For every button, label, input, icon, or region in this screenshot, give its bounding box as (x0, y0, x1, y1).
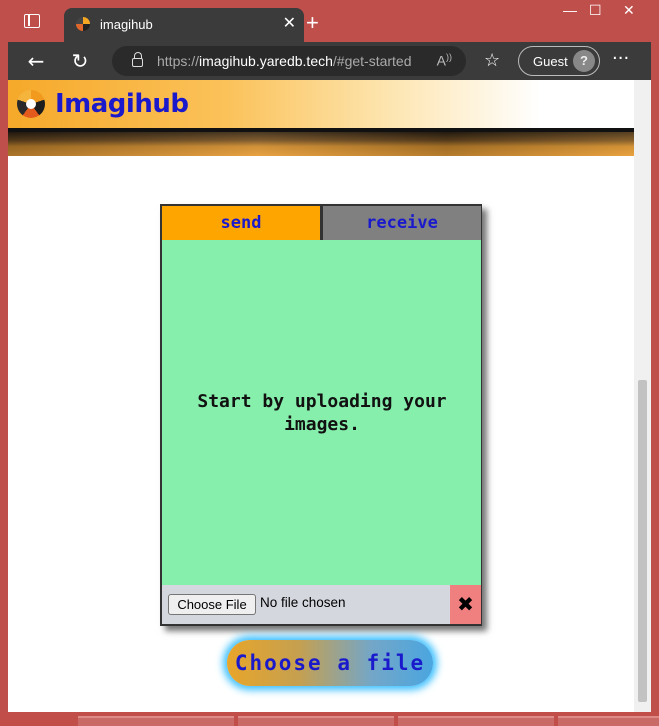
browser-window: imagihub ✕ + — ☐ ✕ ← ↻ https://imagihub.… (0, 0, 659, 726)
file-input: Choose File No file chosen (162, 585, 450, 624)
tab-receive[interactable]: receive (323, 206, 481, 240)
minimize-button[interactable]: — (563, 2, 577, 18)
browser-toolbar: ← ↻ https://imagihub.yaredb.tech/#get-st… (8, 42, 651, 80)
image-drop-area[interactable]: Start by uploading your images. (162, 240, 481, 585)
tab-send[interactable]: send (162, 206, 320, 240)
header-banner-image (8, 132, 634, 156)
browser-tab[interactable]: imagihub ✕ (64, 8, 304, 42)
guest-avatar-icon: ? (573, 50, 595, 72)
close-window-button[interactable]: ✕ (623, 2, 635, 19)
taskbar-item[interactable] (398, 716, 554, 726)
choose-a-file-button[interactable]: Choose a file (227, 640, 433, 686)
profile-button[interactable]: Guest ? (518, 46, 600, 76)
taskbar-item[interactable] (558, 716, 659, 726)
clear-file-icon[interactable]: ✖ (450, 585, 481, 624)
transfer-card: send receive Start by uploading your ima… (160, 204, 482, 626)
site-title[interactable]: Imagihub (55, 89, 189, 119)
site-header: Imagihub (8, 80, 634, 128)
back-arrow-icon[interactable]: ← (24, 49, 48, 73)
taskbar-item[interactable] (78, 716, 234, 726)
tab-title: imagihub (100, 17, 153, 32)
favorites-star-icon[interactable]: ☆ (484, 50, 500, 72)
address-bar[interactable]: https://imagihub.yaredb.tech/#get-starte… (112, 46, 466, 76)
page-scrollbar[interactable] (634, 80, 651, 712)
site-favicon-icon (76, 17, 90, 31)
read-aloud-icon[interactable]: A)) (437, 52, 452, 69)
scrollbar-thumb[interactable] (638, 380, 647, 702)
tab-close-icon[interactable]: ✕ (283, 15, 296, 31)
lock-icon[interactable] (132, 52, 143, 67)
taskbar-item[interactable] (238, 716, 394, 726)
file-status: No file chosen (260, 595, 346, 610)
refresh-icon[interactable]: ↻ (68, 49, 92, 73)
url-text[interactable]: https://imagihub.yaredb.tech/#get-starte… (157, 53, 412, 69)
tab-actions-icon[interactable] (24, 14, 40, 28)
upload-prompt: Start by uploading your images. (197, 391, 447, 435)
tab-bar: imagihub ✕ + — ☐ ✕ (8, 0, 659, 42)
imagihub-logo-icon (17, 90, 45, 118)
new-tab-button[interactable]: + (306, 12, 319, 34)
taskbar (0, 712, 659, 726)
page-viewport: Imagihub send receive Start by uploading… (8, 80, 651, 712)
maximize-button[interactable]: ☐ (589, 2, 602, 19)
choose-file-button[interactable]: Choose File (168, 594, 256, 615)
more-options-icon[interactable]: ··· (612, 48, 629, 69)
profile-label: Guest (533, 54, 568, 69)
